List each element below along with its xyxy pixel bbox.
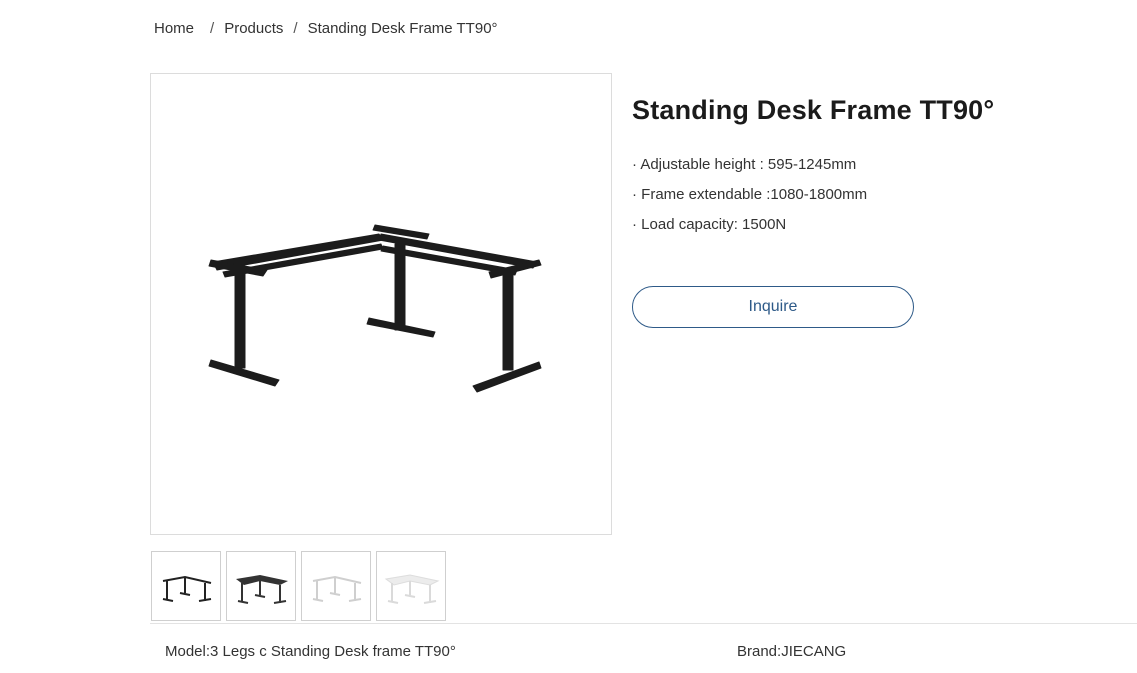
spec-item: · Load capacity: 1500N — [632, 216, 787, 233]
product-title: Standing Desk Frame TT90° — [632, 95, 995, 125]
thumbnail-1[interactable] — [151, 551, 221, 621]
thumbnail-4[interactable] — [376, 551, 446, 621]
model-info: Model:3 Legs c Standing Desk frame TT90° — [165, 643, 456, 660]
black-frame-icon — [162, 575, 212, 602]
desk-frame-illustration — [208, 224, 542, 393]
white-frame-with-top-icon — [384, 574, 440, 604]
breadcrumb-current: Standing Desk Frame TT90° — [307, 20, 498, 37]
breadcrumb-home-link[interactable]: Home — [154, 20, 194, 37]
spec-item: · Adjustable height : 595-1245mm — [632, 156, 857, 173]
spec-item: · Frame extendable :1080-1800mm — [632, 186, 868, 203]
thumbnail-2[interactable] — [226, 551, 296, 621]
divider — [150, 623, 1137, 624]
white-frame-icon — [312, 575, 362, 602]
thumbnail-3[interactable] — [301, 551, 371, 621]
product-page: Home / Products / Standing Desk Frame TT… — [0, 0, 1137, 673]
thumbnail-strip — [151, 551, 446, 621]
breadcrumb-separator: / — [293, 20, 298, 37]
product-main-image[interactable] — [150, 73, 612, 535]
breadcrumb-products-link[interactable]: Products — [224, 20, 283, 37]
spec-list: · Adjustable height : 595-1245mm · Frame… — [632, 155, 867, 245]
inquire-button[interactable]: Inquire — [632, 286, 914, 328]
brand-info: Brand:JIECANG — [737, 643, 847, 660]
black-frame-with-top-icon — [236, 575, 288, 604]
breadcrumb: Home / Products / Standing Desk Frame TT… — [154, 20, 498, 37]
breadcrumb-separator: / — [210, 20, 215, 37]
